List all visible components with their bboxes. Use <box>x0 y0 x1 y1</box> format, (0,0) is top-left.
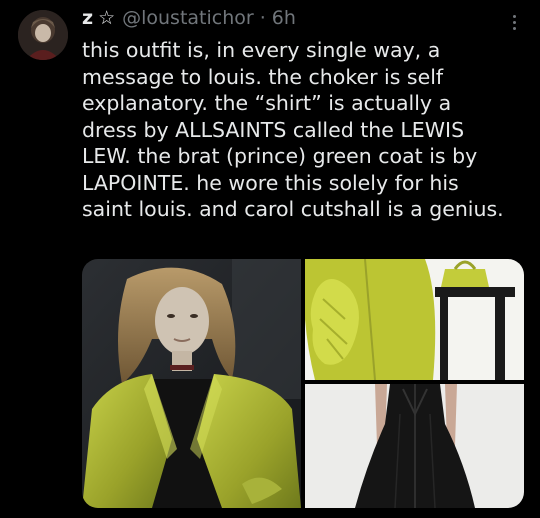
tweet-text-line: message to louis. the choker is self <box>82 64 444 89</box>
tweet-text-line: LAPOINTE. he wore this solely for his <box>82 170 459 195</box>
timestamp[interactable]: 6h <box>272 7 296 29</box>
photo-green-coat-product[interactable] <box>305 259 524 380</box>
tweet-header: z ☆ @loustatichor · 6h <box>82 7 296 33</box>
avatar[interactable] <box>18 10 68 60</box>
tweet-text-line: explanatory. the “shirt” is actually a <box>82 91 452 115</box>
tweet[interactable]: z ☆ @loustatichor · 6h this outfit is, i… <box>0 0 540 518</box>
tweet-text: this outfit is, in every single way, a m… <box>82 37 532 223</box>
separator: · <box>259 7 266 29</box>
more-vertical-icon[interactable] <box>502 10 526 34</box>
media-grid <box>82 259 524 508</box>
tweet-text-line: LEW. the brat (prince) green coat is by <box>82 144 478 168</box>
user-handle[interactable]: @loustatichor <box>122 7 254 29</box>
tweet-text-line: saint louis. and carol cutshall is a gen… <box>82 197 504 221</box>
display-name[interactable]: z <box>82 7 93 29</box>
tweet-text-line: dress by ALLSAINTS called the LEWIS <box>82 117 465 142</box>
photo-man-green-coat[interactable] <box>82 259 301 508</box>
star-icon: ☆ <box>98 7 116 29</box>
photo-black-dress[interactable] <box>305 384 524 508</box>
tweet-text-line: this outfit is, in every single way, a <box>82 38 441 62</box>
